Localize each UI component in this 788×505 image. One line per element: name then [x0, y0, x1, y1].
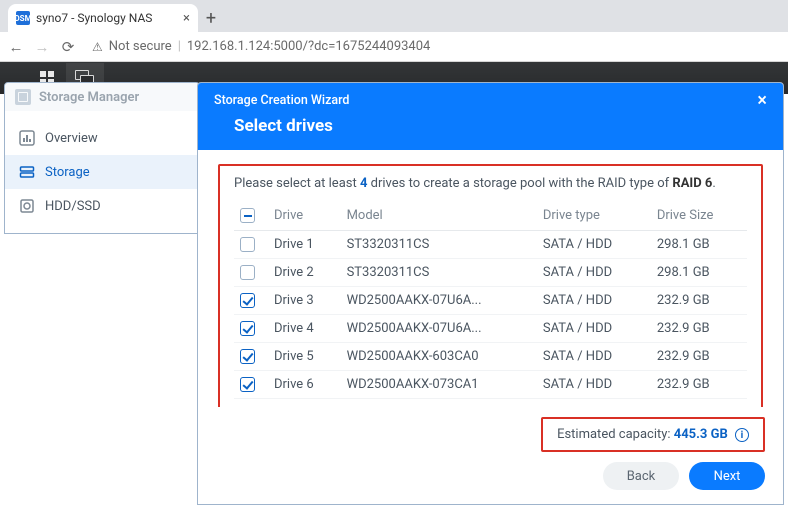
estimated-capacity-highlight: Estimated capacity: 445.3 GB i [541, 417, 765, 453]
cell-drive: Drive 5 [268, 343, 341, 371]
wizard-header: Storage Creation Wizard × Select drives [198, 83, 783, 150]
table-row[interactable]: Drive 1ST3320311CSSATA / HDD298.1 GB [234, 231, 747, 259]
cell-model: ST3320311CS [341, 259, 537, 287]
not-secure-icon: ⚠ [92, 40, 103, 54]
table-row[interactable]: Drive 2ST3320311CSSATA / HDD298.1 GB [234, 259, 747, 287]
back-icon[interactable]: ← [8, 38, 24, 56]
close-tab-icon[interactable]: × [183, 11, 190, 26]
cell-model: WD2500AAKX-07U6A... [341, 315, 537, 343]
cell-type: SATA / HDD [537, 371, 651, 399]
browser-tab[interactable]: DSM syno7 - Synology NAS × [8, 4, 198, 32]
hdd-ssd-icon [19, 198, 35, 214]
wizard-step-title: Select drives [214, 108, 767, 136]
cell-size: 232.9 GB [651, 371, 747, 399]
browser-tab-strip: DSM syno7 - Synology NAS × + [0, 0, 788, 32]
table-row[interactable]: Drive 3WD2500AAKX-07U6A...SATA / HDD232.… [234, 287, 747, 315]
wizard-title: Storage Creation Wizard [214, 93, 349, 108]
selection-prompt: Please select at least 4 drives to creat… [234, 176, 747, 191]
security-label: Not secure [109, 39, 172, 54]
drive-selection-highlight: Please select at least 4 drives to creat… [218, 164, 763, 407]
reload-icon[interactable]: ⟳ [60, 38, 76, 56]
cell-model: WD2500AAKX-07U6A... [341, 287, 537, 315]
estimated-capacity-label: Estimated capacity: [557, 427, 674, 442]
favicon-icon: DSM [16, 11, 30, 25]
storage-icon [19, 164, 35, 180]
cell-drive: Drive 1 [268, 231, 341, 259]
cell-size: 298.1 GB [651, 259, 747, 287]
info-icon[interactable]: i [735, 428, 749, 442]
cell-size: 232.9 GB [651, 315, 747, 343]
sidebar-item-hdd-ssd[interactable]: HDD/SSD [5, 189, 199, 223]
url-separator: | [178, 39, 181, 54]
cell-model: WD2500AAKX-603CA0 [341, 343, 537, 371]
drive-checkbox[interactable] [240, 293, 255, 308]
estimated-capacity-value: 445.3 GB [674, 427, 728, 442]
column-header-size[interactable]: Drive Size [651, 201, 747, 231]
forward-icon[interactable]: → [34, 38, 50, 56]
close-icon[interactable]: × [757, 94, 767, 108]
sidebar-item-overview[interactable]: Overview [5, 121, 199, 155]
drive-checkbox[interactable] [240, 237, 255, 252]
sidebar-item-storage[interactable]: Storage [5, 155, 199, 189]
back-button[interactable]: Back [603, 462, 679, 490]
drive-checkbox[interactable] [240, 265, 255, 280]
drive-table: Drive Model Drive type Drive Size Drive … [234, 201, 747, 399]
cell-drive: Drive 4 [268, 315, 341, 343]
cell-drive: Drive 6 [268, 371, 341, 399]
browser-tab-title: syno7 - Synology NAS [36, 11, 177, 25]
cell-type: SATA / HDD [537, 343, 651, 371]
sidebar-item-label: Overview [45, 131, 98, 146]
cell-size: 298.1 GB [651, 231, 747, 259]
column-header-type[interactable]: Drive type [537, 201, 651, 231]
column-header-drive[interactable]: Drive [268, 201, 341, 231]
cursor-icon: ↖ [448, 405, 460, 407]
sidebar-item-label: HDD/SSD [45, 199, 101, 214]
table-row[interactable]: Drive 5WD2500AAKX-603CA0SATA / HDD232.9 … [234, 343, 747, 371]
storage-manager-window: Storage Manager Overview Storage HDD/SSD [4, 82, 200, 234]
cell-type: SATA / HDD [537, 315, 651, 343]
cell-drive: Drive 2 [268, 259, 341, 287]
browser-toolbar: ← → ⟳ ⚠ Not secure | 192.168.1.124:5000/… [0, 32, 788, 62]
table-row[interactable]: Drive 6WD2500AAKX-073CA1SATA / HDD232.9 … [234, 371, 747, 399]
cell-model: ST3320311CS [341, 231, 537, 259]
table-row[interactable]: Drive 4WD2500AAKX-07U6A...SATA / HDD232.… [234, 315, 747, 343]
column-header-model[interactable]: Model [341, 201, 537, 231]
storage-creation-wizard: Storage Creation Wizard × Select drives … [197, 82, 784, 505]
select-all-checkbox[interactable] [240, 208, 255, 223]
cell-type: SATA / HDD [537, 259, 651, 287]
cell-type: SATA / HDD [537, 287, 651, 315]
wizard-footer: Estimated capacity: 445.3 GB i Back Next [198, 407, 783, 505]
cell-model: WD2500AAKX-073CA1 [341, 371, 537, 399]
address-bar[interactable]: ⚠ Not secure | 192.168.1.124:5000/?dc=16… [86, 39, 780, 54]
wizard-body: Please select at least 4 drives to creat… [198, 150, 783, 407]
drive-checkbox[interactable] [240, 377, 255, 392]
cell-drive: Drive 3 [268, 287, 341, 315]
next-button[interactable]: Next [689, 462, 765, 490]
new-tab-button[interactable]: + [198, 4, 224, 32]
drive-checkbox[interactable] [240, 321, 255, 336]
sidebar-nav: Overview Storage HDD/SSD [5, 111, 199, 233]
overview-icon [19, 130, 35, 146]
cell-size: 232.9 GB [651, 287, 747, 315]
window-title: Storage Manager [39, 90, 139, 105]
storage-manager-icon [15, 89, 31, 105]
cell-size: 232.9 GB [651, 343, 747, 371]
window-titlebar[interactable]: Storage Manager [5, 83, 199, 111]
drive-checkbox[interactable] [240, 349, 255, 364]
sidebar-item-label: Storage [45, 165, 90, 180]
url-text: 192.168.1.124:5000/?dc=1675244093404 [187, 39, 430, 54]
cell-type: SATA / HDD [537, 231, 651, 259]
